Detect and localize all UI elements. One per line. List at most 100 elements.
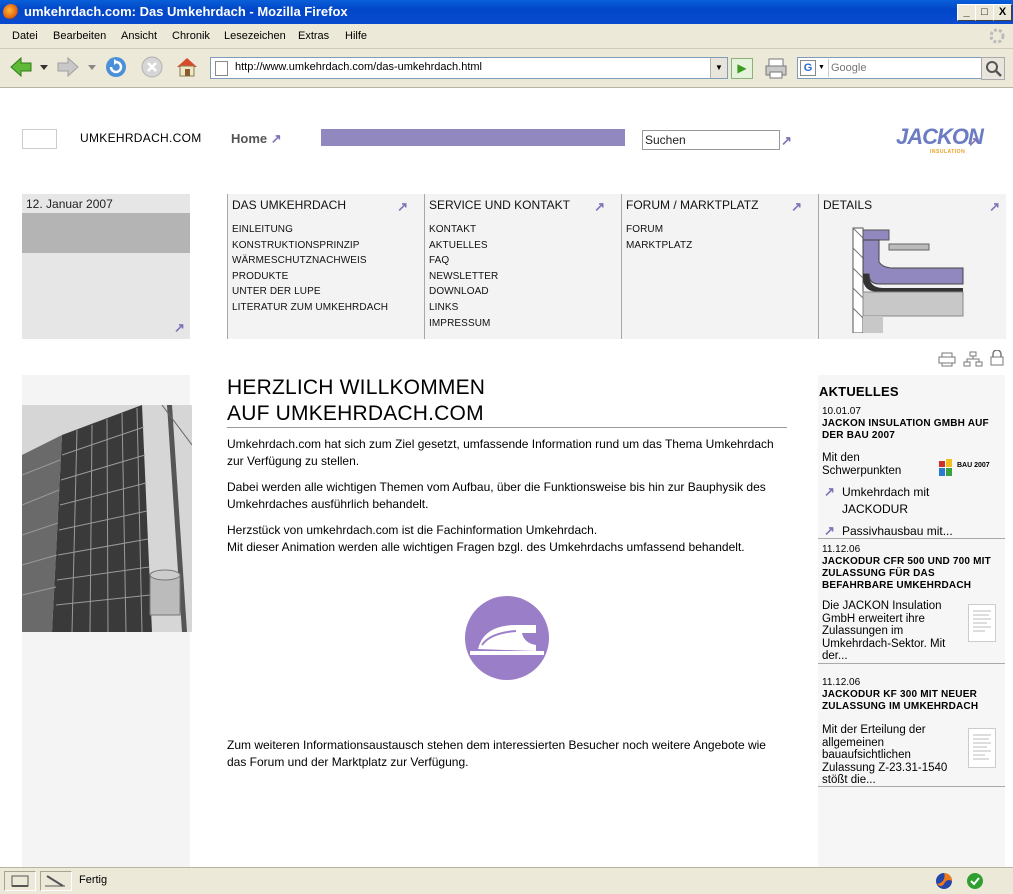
nav-link[interactable]: DOWNLOAD — [429, 284, 498, 300]
menu-bearbeiten[interactable]: Bearbeiten — [53, 30, 106, 42]
arrow-icon[interactable]: ↗ — [791, 199, 802, 215]
url-text[interactable]: http://www.umkehrdach.com/das-umkehrdach… — [235, 61, 482, 73]
news-title[interactable]: JACKON INSULATION GMBH AUF DER BAU 2007 — [822, 418, 1000, 442]
nav-link[interactable]: LINKS — [429, 300, 498, 316]
nav-link[interactable]: NEWSLETTER — [429, 269, 498, 285]
menu-ansicht[interactable]: Ansicht — [121, 30, 157, 42]
nav-heading[interactable]: FORUM / MARKTPLATZ — [626, 198, 758, 212]
nav-heading[interactable]: DAS UMKEHRDACH — [232, 198, 346, 212]
animation-launch-icon[interactable] — [464, 595, 550, 681]
header-accent-bar — [321, 129, 625, 146]
news-item: 11.12.06 JACKODUR KF 300 MIT NEUER ZULAS… — [818, 663, 1005, 787]
bau-logo-icon — [939, 459, 952, 476]
nav-link[interactable]: KONSTRUKTIONSPRINZIP — [232, 238, 388, 254]
date-panel: 12. Januar 2007 ↗ — [22, 194, 190, 339]
home-icon[interactable] — [174, 55, 200, 79]
forward-history-icon[interactable] — [88, 65, 96, 71]
minimize-button[interactable]: _ — [957, 4, 976, 21]
arrow-icon[interactable]: ↗ — [397, 199, 408, 215]
news-title[interactable]: JACKODUR CFR 500 UND 700 MIT ZULASSUNG F… — [822, 556, 1000, 592]
main-content: HERZLICH WILLKOMMEN AUF UMKEHRDACH.COM Um… — [227, 375, 787, 771]
roof-detail-illustration[interactable] — [823, 218, 973, 333]
news-title[interactable]: JACKODUR KF 300 MIT NEUER ZULASSUNG IM U… — [822, 689, 1000, 713]
news-body: Die JACKON Insulation GmbH erweitert ihr… — [822, 600, 946, 662]
menu-datei[interactable]: Datei — [12, 30, 38, 42]
nav-link[interactable]: UNTER DER LUPE — [232, 284, 388, 300]
arrow-icon: ↗ — [824, 484, 835, 499]
animation-paragraph-a: Herzstück von umkehrdach.com ist die Fac… — [227, 523, 598, 537]
nav-link[interactable]: LITERATUR ZUM UMKEHRDACH — [232, 300, 388, 316]
nav-link[interactable]: FORUM — [626, 222, 692, 238]
status-cell[interactable] — [4, 871, 36, 891]
throbber-icon — [989, 28, 1005, 44]
status-text: Fertig — [79, 874, 108, 886]
site-name[interactable]: UMKEHRDACH.COM — [80, 131, 202, 145]
pen-icon — [45, 875, 65, 887]
nav-link[interactable]: MARKTPLATZ — [626, 238, 692, 254]
ok-status-icon[interactable] — [966, 872, 984, 890]
bau-2007-thumbnail[interactable]: BAU 2007 — [937, 457, 995, 477]
firefox-status-icon[interactable] — [935, 872, 953, 890]
search-arrow-icon[interactable]: ↗ — [781, 133, 792, 149]
print-icon[interactable] — [763, 56, 789, 80]
site-search-input[interactable] — [642, 130, 780, 150]
go-button[interactable]: ▶ — [731, 58, 753, 79]
url-dropdown-icon[interactable]: ▼ — [710, 58, 727, 78]
close-button[interactable]: X — [993, 4, 1012, 21]
back-icon[interactable] — [8, 55, 34, 79]
document-icon — [973, 610, 991, 632]
menu-hilfe[interactable]: Hilfe — [345, 30, 367, 42]
news-link-label: Passivhausbau mit... — [842, 524, 953, 538]
home-link[interactable]: Home ↗ — [231, 131, 282, 147]
search-engine-icon[interactable]: G — [800, 60, 816, 76]
nav-link[interactable]: PRODUKTE — [232, 269, 388, 285]
menu-extras[interactable]: Extras — [298, 30, 329, 42]
nav-link[interactable]: WÄRMESCHUTZNACHWEIS — [232, 253, 388, 269]
url-bar[interactable]: http://www.umkehrdach.com/das-umkehrdach… — [210, 57, 728, 79]
aktuelles-sidebar: AKTUELLES 10.01.07 JACKON INSULATION GMB… — [818, 375, 1005, 867]
nav-heading[interactable]: SERVICE UND KONTAKT — [429, 198, 570, 212]
window-title: umkehrdach.com: Das Umkehrdach - Mozilla… — [24, 4, 348, 19]
jackon-logo-sub: INSULATION — [930, 149, 966, 155]
sitemap-icon[interactable] — [963, 351, 983, 367]
news-link-list: ↗ Umkehrdach mit JACKODUR ↗ Passivhausbau … — [822, 484, 982, 540]
window-titlebar: umkehrdach.com: Das Umkehrdach - Mozilla… — [0, 0, 1013, 24]
nav-col-forum: FORUM / MARKTPLATZ ↗ FORUM MARKTPLATZ — [621, 194, 818, 339]
news-link[interactable]: ↗ Umkehrdach mit JACKODUR — [822, 484, 982, 518]
nav-link[interactable]: EINLEITUNG — [232, 222, 388, 238]
stop-icon[interactable] — [139, 55, 165, 79]
aktuelles-heading: AKTUELLES — [819, 384, 899, 399]
nav-link[interactable]: IMPRESSUM — [429, 316, 498, 332]
logo-arrow-icon[interactable]: ↗ — [968, 134, 979, 150]
nav-link[interactable]: KONTAKT — [429, 222, 498, 238]
arrow-icon[interactable]: ↗ — [594, 199, 605, 215]
menu-chronik[interactable]: Chronik — [172, 30, 210, 42]
news-body: Mit den Schwerpunkten — [822, 452, 902, 477]
arrow-icon[interactable]: ↗ — [989, 199, 1000, 215]
maximize-button[interactable]: □ — [975, 4, 994, 21]
site-logo-box — [22, 129, 57, 149]
forward-icon[interactable] — [55, 55, 81, 79]
status-bar: Fertig — [0, 867, 1013, 894]
nav-link[interactable]: FAQ — [429, 253, 498, 269]
news-item: 11.12.06 JACKODUR CFR 500 UND 700 MIT ZU… — [818, 538, 1005, 664]
document-thumbnail[interactable] — [968, 728, 996, 768]
community-paragraph: Zum weiteren Informationsaustausch stehe… — [227, 738, 766, 769]
news-item: 10.01.07 JACKON INSULATION GMBH AUF DER … — [818, 406, 1005, 539]
browser-search-button[interactable] — [981, 57, 1005, 80]
nav-link[interactable]: AKTUELLES — [429, 238, 498, 254]
lock-icon[interactable] — [989, 350, 1005, 366]
nav-col-service: SERVICE UND KONTAKT ↗ KONTAKT AKTUELLES … — [424, 194, 621, 339]
nav-heading[interactable]: DETAILS — [823, 198, 872, 212]
search-engine-dropdown-icon[interactable]: ▼ — [818, 64, 825, 71]
print-page-icon[interactable] — [937, 351, 957, 367]
topics-paragraph: Dabei werden alle wichtigen Themen vom A… — [227, 480, 766, 511]
screen-icon — [11, 875, 29, 887]
menu-lesezeichen[interactable]: Lesezeichen — [224, 30, 286, 42]
status-cell[interactable] — [40, 871, 72, 891]
date-panel-arrow-icon[interactable]: ↗ — [174, 320, 185, 336]
reload-icon[interactable] — [103, 55, 129, 79]
document-thumbnail[interactable] — [968, 604, 996, 642]
back-history-icon[interactable] — [40, 65, 48, 71]
browser-search-input[interactable] — [828, 59, 981, 77]
